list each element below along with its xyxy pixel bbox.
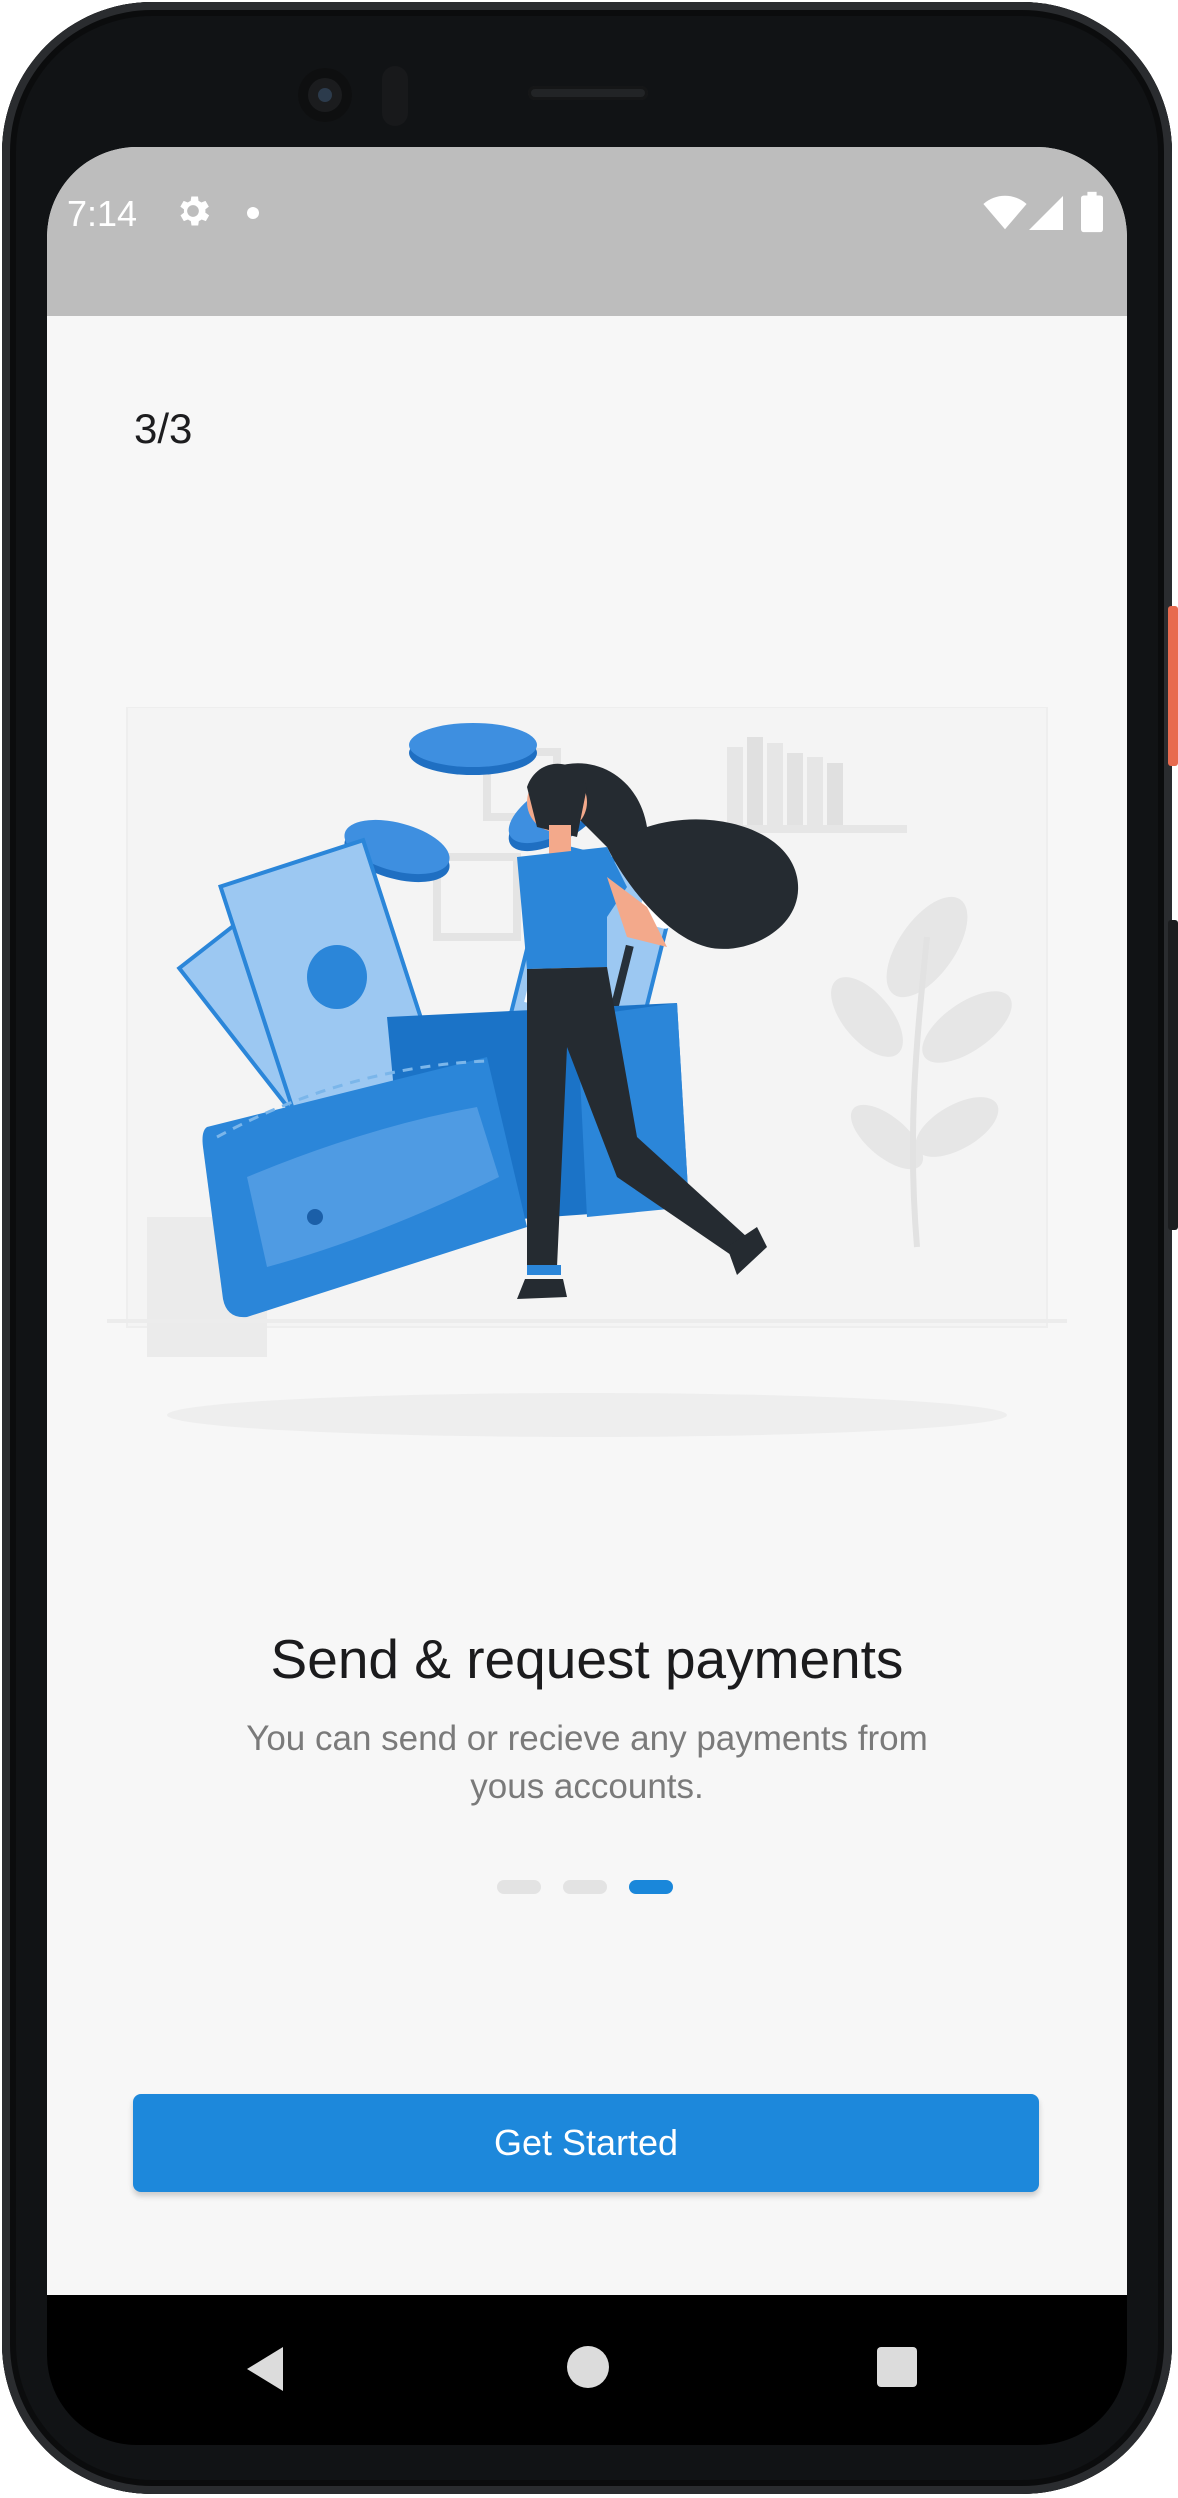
signal-icon	[1029, 196, 1063, 230]
get-started-button[interactable]: Get Started	[133, 2094, 1039, 2192]
volume-button	[1168, 920, 1178, 1230]
power-button	[1168, 606, 1178, 766]
system-nav-bar	[47, 2295, 1127, 2445]
onboarding-subtext: You can send or recieve any payments fro…	[246, 1719, 928, 1806]
battery-icon	[1081, 191, 1103, 233]
notification-dot-icon	[247, 207, 259, 219]
recents-icon[interactable]	[877, 2347, 917, 2387]
onboarding-headline: Send & request payments	[270, 1628, 904, 1690]
status-time: 7:14	[67, 193, 138, 234]
proximity-sensor	[382, 66, 408, 126]
step-counter: 3/3	[134, 405, 193, 452]
page-dot-3-active	[629, 1880, 673, 1894]
home-icon[interactable]	[567, 2346, 609, 2388]
wifi-icon	[983, 195, 1027, 230]
app-screen: 7:14 3/3 Send & request payments You can…	[47, 147, 1127, 2295]
page-dot-1	[497, 1880, 541, 1894]
payments-illustration	[107, 707, 1067, 1437]
page-dot-2	[563, 1880, 607, 1894]
back-icon[interactable]	[247, 2347, 283, 2391]
gear-icon	[180, 196, 210, 226]
front-camera	[298, 68, 352, 122]
page-indicator	[497, 1880, 673, 1894]
earpiece-speaker	[528, 86, 648, 100]
status-bar: 7:14	[47, 147, 1127, 316]
